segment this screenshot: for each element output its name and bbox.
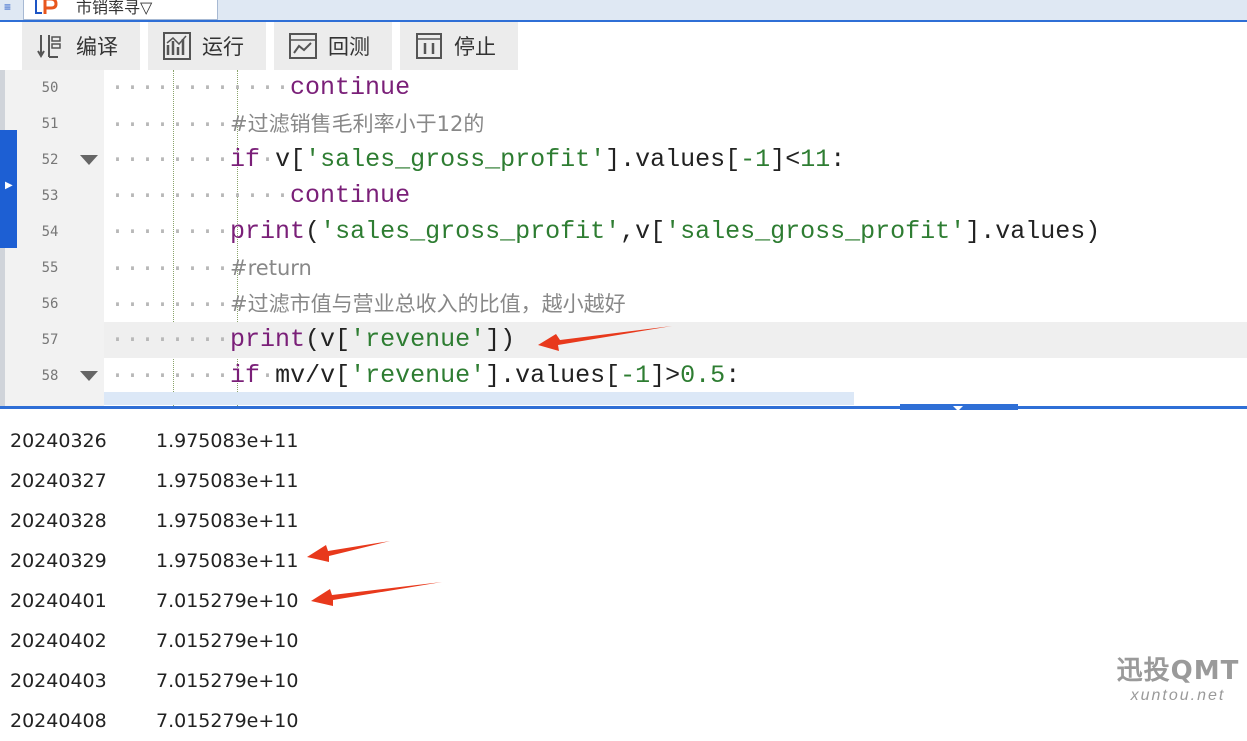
- backtest-icon: [289, 33, 317, 59]
- output-date: 20240408: [10, 710, 107, 732]
- line-number: 50: [41, 80, 59, 96]
- fold-toggle-icon[interactable]: [80, 155, 98, 165]
- fold-toggle-icon[interactable]: [80, 371, 98, 381]
- output-value: 7.015279e+10: [156, 710, 299, 732]
- backtest-button[interactable]: 回测: [274, 22, 392, 70]
- code-text: ········if·v['sales_gross_profit'].value…: [110, 145, 846, 174]
- side-panel-toggle[interactable]: ▶: [0, 130, 17, 248]
- backtest-label: 回测: [328, 35, 370, 59]
- menu-icon[interactable]: ≡: [4, 0, 16, 18]
- line-number: 53: [41, 188, 59, 204]
- output-value: 1.975083e+11: [156, 550, 299, 572]
- code-line[interactable]: 53 ············continue: [0, 178, 1247, 214]
- code-line[interactable]: 50 ············continue: [0, 70, 1247, 106]
- code-line[interactable]: 52 ········if·v['sales_gross_profit'].va…: [0, 142, 1247, 178]
- output-value: 1.975083e+11: [156, 510, 299, 532]
- line-number: 54: [41, 224, 59, 240]
- line-number: 52: [41, 152, 59, 168]
- code-text: ········print(v['revenue']): [110, 325, 516, 354]
- stop-button[interactable]: 停止: [400, 22, 518, 70]
- file-tab-name: 市销率寻▽: [76, 0, 153, 17]
- output-panel: 20240326 1.975083e+11 20240327 1.975083e…: [0, 410, 1247, 732]
- run-icon: [163, 32, 191, 60]
- output-date: 20240402: [10, 630, 107, 652]
- toolbar: 编译 运行 回测 停止: [17, 22, 1247, 70]
- code-editor[interactable]: 50 ············continue 51 ········#过滤销售…: [0, 70, 1247, 406]
- output-date: 20240327: [10, 470, 107, 492]
- line-number: 56: [41, 296, 59, 312]
- horizontal-scrollbar[interactable]: [104, 392, 854, 405]
- code-text: ········#过滤市值与营业总收入的比值，越小越好: [110, 290, 626, 319]
- watermark: 迅投QMT xuntou.net: [1116, 656, 1240, 706]
- line-number: 57: [41, 332, 59, 348]
- stop-icon: [416, 33, 442, 59]
- output-date: 20240401: [10, 590, 107, 612]
- output-date: 20240326: [10, 430, 107, 452]
- panel-splitter[interactable]: [0, 406, 1247, 409]
- code-line[interactable]: 55 ········#return: [0, 250, 1247, 286]
- line-number: 51: [41, 116, 59, 132]
- output-value: 1.975083e+11: [156, 470, 299, 492]
- code-line[interactable]: 54 ········print('sales_gross_profit',v[…: [0, 214, 1247, 250]
- code-text: ········#return: [110, 254, 312, 283]
- compile-icon: [37, 35, 61, 58]
- stop-label: 停止: [454, 35, 496, 59]
- code-text: ········#过滤销售毛利率小于12的: [110, 110, 485, 139]
- line-number: 55: [41, 260, 59, 276]
- output-date: 20240328: [10, 510, 107, 532]
- output-value: 7.015279e+10: [156, 670, 299, 692]
- output-date: 20240329: [10, 550, 107, 572]
- output-date: 20240403: [10, 670, 107, 692]
- expand-arrow-icon: ▶: [5, 180, 13, 191]
- app-logo-icon: [35, 0, 58, 14]
- code-text: ········print('sales_gross_profit',v['sa…: [110, 217, 1101, 246]
- code-line[interactable]: 57 ········print(v['revenue']): [0, 322, 1247, 358]
- code-text: ············continue: [110, 73, 411, 102]
- line-number: 58: [41, 368, 59, 384]
- watermark-main: 迅投QMT: [1116, 656, 1240, 686]
- code-line[interactable]: 56 ········#过滤市值与营业总收入的比值，越小越好: [0, 286, 1247, 322]
- output-value: 7.015279e+10: [156, 590, 299, 612]
- code-text: ············continue: [110, 181, 411, 210]
- compile-label: 编译: [76, 35, 118, 59]
- watermark-sub: xuntou.net: [1130, 687, 1226, 704]
- run-button[interactable]: 运行: [148, 22, 266, 70]
- code-line[interactable]: 58 ········if·mv/v['revenue'].values[-1]…: [0, 358, 1247, 394]
- code-text: ········if·mv/v['revenue'].values[-1]>0.…: [110, 361, 741, 390]
- file-tab[interactable]: 市销率寻▽: [23, 0, 218, 20]
- run-label: 运行: [202, 35, 244, 59]
- code-line[interactable]: 51 ········#过滤销售毛利率小于12的: [0, 106, 1247, 142]
- output-value: 1.975083e+11: [156, 430, 299, 452]
- output-value: 7.015279e+10: [156, 630, 299, 652]
- tab-strip: ≡ 市销率寻▽: [0, 0, 1247, 22]
- compile-button[interactable]: 编译: [22, 22, 140, 70]
